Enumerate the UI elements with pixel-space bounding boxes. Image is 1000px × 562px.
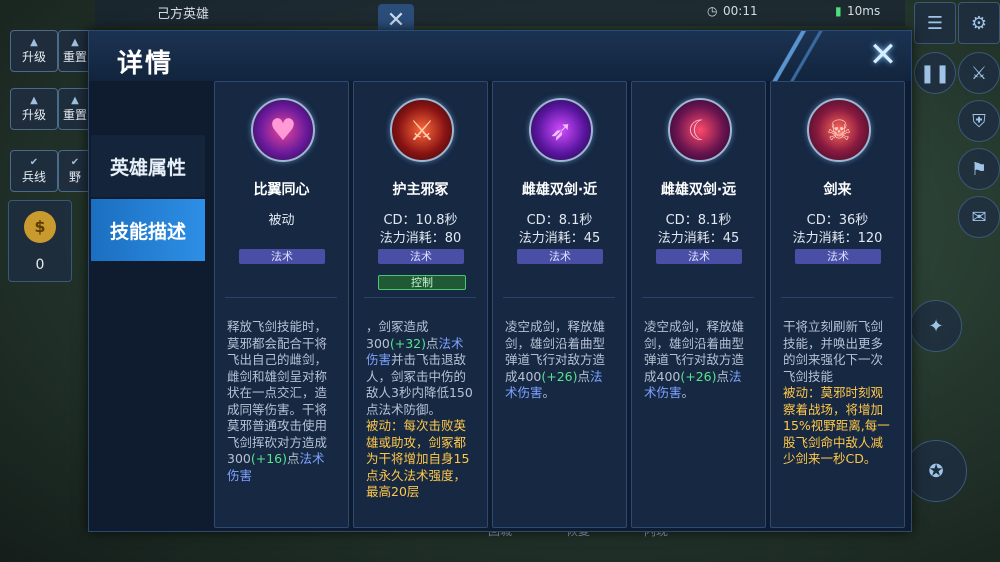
up-arrow-icon: ▲ [71, 94, 79, 106]
tag-magic: 法术 [656, 249, 742, 264]
team-label: 己方英雄 [157, 7, 210, 22]
description-fragment: 点 [577, 368, 591, 384]
divider [225, 297, 337, 298]
skill-card-3: ☾ 雌雄双剑·远 CD：8.1秒 法力消耗：45 法术 凌空成剑，释放雄剑，雄剑… [631, 81, 766, 528]
skill-name: 比翼同心 [253, 182, 310, 198]
description-fragment: 点 [287, 451, 300, 466]
skill-cooldown: CD：10.8秒 [383, 213, 458, 228]
skill-cooldown: CD：8.1秒 [526, 213, 593, 228]
purple-sword-icon: ➶ [529, 98, 593, 162]
skill-mana-cost: 法力消耗：45 [657, 231, 740, 246]
header-decoration [765, 31, 855, 81]
upgrade-button[interactable]: ▲ 升级 [10, 30, 58, 72]
up-arrow-icon: ▲ [30, 36, 38, 48]
attack-button-icon[interactable]: ✪ [905, 440, 967, 502]
red-slash-icon: ☾ [668, 98, 732, 162]
tag-control: 控制 [378, 275, 466, 290]
wild-label: 野 [68, 169, 81, 184]
skill-name: 剑来 [823, 182, 852, 198]
skull-emblem-icon: ☠ [807, 98, 871, 162]
description-fragment: 点 [716, 368, 730, 384]
upgrade-label: 升级 [21, 49, 46, 64]
check-icon: ✔ [70, 156, 80, 168]
details-panel: 详情 ✕ 英雄属性 技能描述 ♥ 比翼同心 被动 法术 释放飞剑技能时，莫邪都会… [88, 30, 912, 532]
close-button[interactable]: ✕ [861, 35, 905, 75]
description-fragment: (+26) [541, 368, 578, 384]
divider [781, 297, 893, 298]
skill-name: 雌雄双剑·远 [660, 182, 737, 198]
skill-description: ，剑冢造成300(+32)点法术伤害并击飞击退敌人，剑冢击中伤的敌人3秒内降低1… [366, 319, 476, 511]
description-fragment: (+26) [680, 368, 717, 384]
clock-icon: ◷ [707, 4, 718, 18]
up-arrow-icon: ▲ [71, 36, 79, 48]
skill-slot-icon[interactable]: ✦ [910, 300, 962, 352]
divider [364, 297, 476, 298]
skill-cooldown: CD：8.1秒 [665, 213, 732, 228]
skill-mana-cost: 法力消耗：45 [518, 231, 601, 246]
wild-button[interactable]: ✔ 野 [58, 150, 92, 192]
skill-card-1: ⚔ 护主邪冢 CD：10.8秒 法力消耗：80 法术 控制 ，剑冢造成300(+… [353, 81, 488, 528]
skill-name: 护主邪冢 [392, 182, 449, 198]
skill-description: 干将立刻刷新飞剑技能，并唤出更多的剑来强化下一次飞剑技能 被动：莫邪时刻观察着战场… [783, 319, 893, 511]
ping-value: 10ms [847, 4, 881, 18]
description-fragment: 被动：莫邪时刻观察着战场，将增加15%视野距离,每一股飞剑命中敌人减少剑来一秒C… [783, 385, 890, 466]
skill-mana-cost: 法力消耗：80 [379, 231, 462, 246]
tag-magic: 法术 [795, 249, 881, 264]
close-icon: ✕ [868, 35, 898, 75]
reset-label: 重置 [62, 107, 87, 122]
skill-card-passive: ♥ 比翼同心 被动 法术 释放飞剑技能时，莫邪都会配合干将飞出自己的雌剑，雌剑和… [214, 81, 349, 528]
red-blades-icon: ⚔ [390, 98, 454, 162]
reset-button[interactable]: ▲ 重置 [58, 30, 92, 72]
settings-gear-icon[interactable]: ⚙ [958, 2, 1000, 44]
menu-icon[interactable]: ☰ [914, 2, 956, 44]
money-bag-icon: $ [24, 211, 56, 243]
description-fragment: (+32) [389, 335, 426, 351]
reset-button-2[interactable]: ▲ 重置 [58, 88, 92, 130]
divider [503, 297, 615, 298]
flag-icon[interactable]: ⚑ [958, 148, 1000, 190]
skill-card-2: ➶ 雌雄双剑·近 CD：8.1秒 法力消耗：45 法术 凌空成剑，释放雄剑，雄剑… [492, 81, 627, 528]
panel-header: 详情 ✕ [89, 31, 911, 81]
skill-cooldown: CD：36秒 [806, 213, 869, 228]
minion-button[interactable]: ✔ 兵线 [10, 150, 58, 192]
description-fragment: 。 [681, 385, 695, 400]
divider [642, 297, 754, 298]
gold-shop[interactable]: $ 0 [8, 200, 72, 282]
purple-heart-icon: ♥ [251, 98, 315, 162]
tag-magic: 法术 [378, 249, 464, 264]
description-fragment: (+16) [250, 451, 287, 466]
shield-icon[interactable]: ⛨ [958, 100, 1000, 142]
description-fragment: 点 [426, 335, 439, 351]
tab-skill-description[interactable]: 技能描述 [91, 199, 205, 261]
tab-hero-attributes[interactable]: 英雄属性 [91, 135, 205, 197]
skill-description: 凌空成剑，释放雄剑，雄剑沿着曲型弹道飞行对敌方造成400(+26)点法术伤害。 [644, 319, 754, 511]
tag-magic: 法术 [517, 249, 603, 264]
skill-mana-cost: 法力消耗：120 [792, 231, 883, 246]
description-fragment: 释放飞剑技能时，莫邪都会配合干将飞出自己的雌剑，雌剑和雄剑呈对称状在一点交汇，造… [227, 319, 328, 466]
description-fragment: 干将立刻刷新飞剑技能，并唤出更多的剑来强化下一次飞剑技能 [783, 319, 884, 384]
up-arrow-icon: ▲ [30, 94, 38, 106]
skill-description: 释放飞剑技能时，莫邪都会配合干将飞出自己的雌剑，雌剑和雄剑呈对称状在一点交汇，造… [227, 319, 337, 511]
pause-icon[interactable]: ❚❚ [914, 52, 956, 94]
skill-type: 被动 [268, 213, 295, 228]
minion-label: 兵线 [21, 169, 46, 184]
reset-label: 重置 [62, 49, 87, 64]
upgrade-button-2[interactable]: ▲ 升级 [10, 88, 58, 130]
tag-magic: 法术 [239, 249, 325, 264]
skill-name: 雌雄双剑·近 [521, 182, 598, 198]
chat-icon[interactable]: ✉ [958, 196, 1000, 238]
signal-icon: ▮ [835, 4, 842, 18]
panel-title: 详情 [117, 49, 174, 79]
check-icon: ✔ [29, 156, 39, 168]
game-time: 00:11 [723, 4, 758, 18]
top-hud-bar: 己方英雄 ◷ 00:11 ▮ 10ms [95, 0, 905, 26]
description-fragment: 被动：每次击败英雄或助攻，剑冢都为干将增加自身15点永久法术强度，最高20层 [366, 418, 470, 499]
gold-count: 0 [35, 257, 45, 273]
sword-icon[interactable]: ⚔ [958, 52, 1000, 94]
skill-card-ultimate: ☠ 剑来 CD：36秒 法力消耗：120 法术 干将立刻刷新飞剑技能，并唤出更多… [770, 81, 905, 528]
skill-description: 凌空成剑，释放雄剑，雄剑沿着曲型弹道飞行对敌方造成400(+26)点法术伤害。 [505, 319, 615, 511]
description-fragment: 。 [542, 385, 556, 400]
upgrade-label: 升级 [21, 107, 46, 122]
